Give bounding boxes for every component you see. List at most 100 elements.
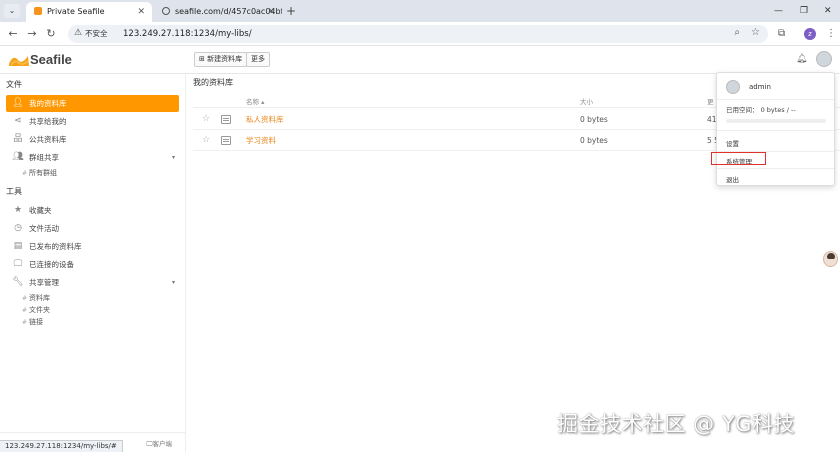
status-url-bar: 123.249.27.118:1234/my-libs/# (0, 440, 123, 452)
logo-wave-icon (9, 56, 29, 66)
sidebar-item-label: 收藏夹 (29, 206, 52, 215)
bell-icon[interactable]: 🔔︎ (796, 54, 807, 64)
new-library-label: 新建资料库 (207, 55, 243, 63)
files-heading: 文件 (6, 80, 22, 89)
tab-title: Private Seafile (47, 7, 105, 16)
app-header: Seafile ⊞ 新建资料库 更多 🔔︎ (0, 46, 840, 74)
user-menu-dropdown: admin 已用空间： 0 bytes / -- 设置 系统管理 退出 (716, 72, 835, 186)
library-name-link[interactable]: 私人资料库 (246, 109, 284, 130)
more-label: 更多 (251, 55, 265, 63)
share-icon: ⋖ (14, 116, 22, 126)
more-button[interactable]: 更多 (246, 52, 270, 67)
tab-private-seafile[interactable]: Private Seafile ✕ (26, 2, 152, 22)
user-avatar[interactable] (816, 51, 832, 67)
globe-icon (162, 7, 170, 15)
sidebar-item-label: 共享给我的 (29, 117, 67, 126)
star-outline-icon[interactable]: ☆ (202, 130, 210, 151)
tools-heading: 工具 (6, 187, 22, 196)
seafile-favicon (34, 7, 42, 15)
sidebar-item-favorites[interactable]: ★ 收藏夹 (6, 202, 179, 219)
sidebar-item-group-share[interactable]: 👥︎ 群组共享 ▾ (6, 149, 179, 166)
sidebar-item-label: 我的资料库 (29, 99, 67, 108)
group-icon: 👥︎ (12, 152, 24, 162)
published-icon: ▤ (13, 241, 23, 251)
sidebar-item-shared-with-me[interactable]: ⋖ 共享给我的 (6, 113, 179, 130)
bookmark-star-icon[interactable]: ☆ (751, 27, 760, 38)
annotation-highlight-box (711, 152, 766, 165)
library-name-link[interactable]: 学习资料 (246, 130, 276, 151)
new-library-button[interactable]: ⊞ 新建资料库 (194, 52, 248, 67)
menu-item-settings[interactable]: 设置 (726, 138, 739, 148)
user-avatar (726, 80, 740, 94)
chevron-down-icon: ▾ (171, 279, 175, 286)
monitor-icon: 🖵︎ (13, 259, 23, 269)
space-usage-bar (726, 119, 826, 123)
sidebar-item-file-activity[interactable]: ◷ 文件活动 (6, 220, 179, 237)
tab-close-icon[interactable]: ✕ (267, 2, 275, 22)
client-label: 客户端 (152, 440, 173, 448)
tab-title: seafile.com/d/457c0ac04bf0 (175, 7, 282, 16)
insecure-label: 不安全 (85, 29, 108, 38)
library-size: 0 bytes (580, 136, 608, 145)
org-icon: 品 (13, 134, 23, 144)
column-modified[interactable]: 更 (707, 96, 714, 106)
zoom-icon[interactable]: ⌕ (734, 27, 740, 38)
sidebar-item-public-libraries[interactable]: 品公共资料库 (6, 131, 179, 148)
page-title: 我的资料库 (193, 78, 233, 87)
star-icon: ★ (13, 205, 23, 215)
logo-text: Seafile (30, 52, 72, 67)
library-icon (221, 115, 231, 124)
library-size: 0 bytes (580, 115, 608, 124)
tab-close-icon[interactable]: ✕ (137, 2, 145, 22)
sidebar-item-all-groups[interactable]: 所有群组 (22, 168, 57, 179)
sidebar-item-published-libraries[interactable]: ▤ 已发布的资料库 (6, 238, 179, 255)
sidebar-item-label: 文件活动 (29, 224, 59, 233)
new-tab-button[interactable]: + (286, 4, 296, 18)
sidebar-item-share-admin[interactable]: 🔧︎ 共享管理 ▾ (6, 274, 179, 291)
user-icon: 👤︎ (12, 98, 24, 108)
close-window-button[interactable]: ✕ (824, 4, 832, 18)
sidebar-subitem-links[interactable]: 链接 (22, 317, 43, 328)
sidebar-item-label: 已发布的资料库 (29, 242, 82, 251)
wrench-icon: 🔧︎ (12, 277, 24, 287)
sidebar-item-linked-devices[interactable]: 🖵︎ 已连接的设备 (6, 256, 179, 273)
browser-tab-bar: ⌄ Private Seafile ✕ seafile.com/d/457c0a… (0, 0, 840, 22)
sidebar-subitem-folders[interactable]: 文件夹 (22, 305, 50, 316)
username: admin (749, 83, 771, 91)
library-icon (221, 136, 231, 145)
menu-item-logout[interactable]: 退出 (726, 174, 739, 184)
forward-arrow-icon[interactable]: → (25, 27, 39, 41)
address-toolbar: ← → ↻ ⚠ 不安全 123.249.27.118:1234/my-libs/… (0, 22, 840, 46)
reload-icon[interactable]: ↻ (44, 27, 58, 41)
clock-icon: ◷ (14, 223, 22, 233)
sidebar-item-my-libraries[interactable]: 👤︎ 我的资料库 (6, 95, 179, 112)
back-arrow-icon[interactable]: ← (6, 27, 20, 41)
extensions-icon[interactable]: ⧉ (778, 27, 785, 41)
star-outline-icon[interactable]: ☆ (202, 109, 210, 130)
watermark-text: 掘金技术社区 @ YG科技 (557, 412, 795, 436)
url-bar[interactable]: ⚠ 不安全 123.249.27.118:1234/my-libs/ ⌕ ☆ (68, 25, 768, 43)
sidebar-item-label: 已连接的设备 (29, 260, 74, 269)
restore-button[interactable]: ❐ (800, 4, 808, 18)
column-size[interactable]: 大小 (580, 96, 593, 106)
url-text[interactable]: 123.249.27.118:1234/my-libs/ (123, 25, 252, 43)
warning-icon: ⚠ (74, 28, 83, 38)
assistant-avatar[interactable] (823, 251, 838, 267)
divider (717, 99, 834, 100)
divider (717, 130, 834, 131)
client-link[interactable]: 🖵︎客户端 (146, 438, 172, 449)
tab-seafile-share[interactable]: seafile.com/d/457c0ac04bf0 ✕ (154, 2, 282, 22)
column-name[interactable]: 名称 ▴ (246, 96, 264, 106)
minimize-button[interactable]: — (774, 4, 783, 18)
sidebar-subitem-libraries[interactable]: 资料库 (22, 293, 50, 304)
space-used-text: 已用空间： 0 bytes / -- (726, 106, 796, 114)
sidebar-item-label: 群组共享 (29, 153, 59, 162)
divider (717, 168, 834, 169)
tab-search-button[interactable]: ⌄ (4, 4, 20, 18)
chevron-down-icon: ▾ (171, 154, 175, 161)
sidebar-item-label: 共享管理 (29, 278, 59, 287)
profile-avatar[interactable]: z (804, 28, 816, 40)
browser-menu-icon[interactable]: ⋮ (826, 27, 836, 41)
sidebar-item-label: 公共资料库 (29, 135, 67, 144)
sidebar: 文件 👤︎ 我的资料库 ⋖ 共享给我的 品公共资料库 👥︎ 群组共享 ▾ 所有群组 工… (0, 74, 186, 452)
